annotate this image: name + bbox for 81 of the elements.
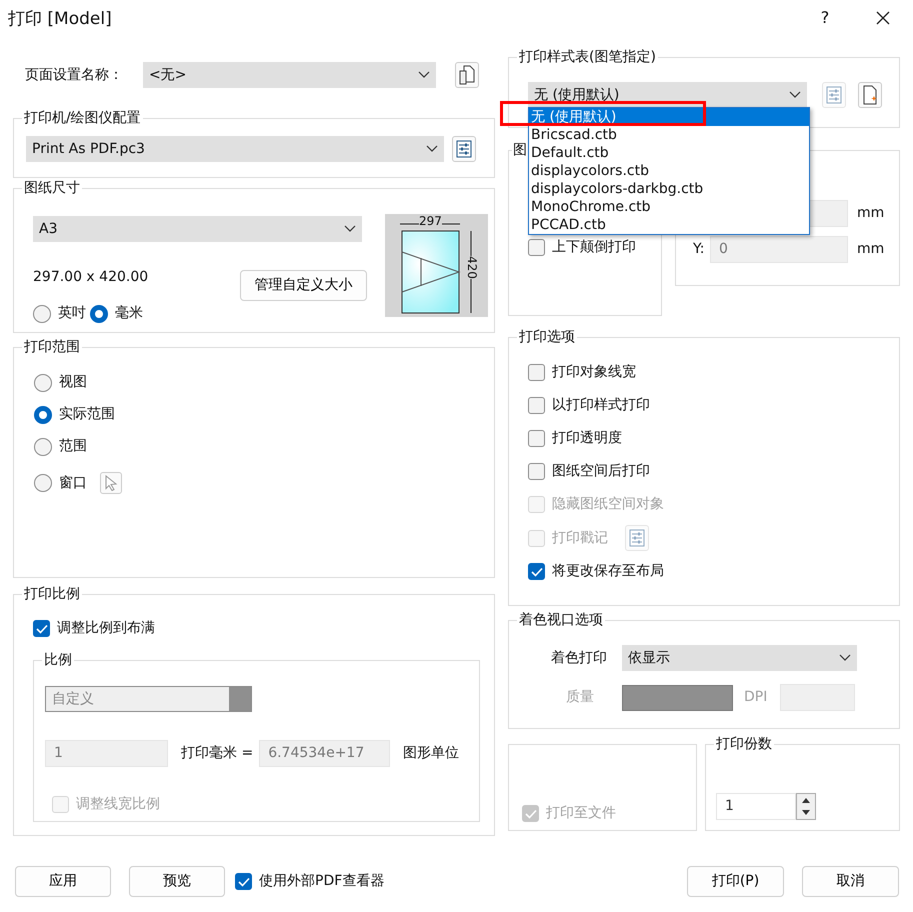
dimension-label: 420 [465,256,479,279]
dropdown-option[interactable]: displaycolors-darkbg.ctb [529,180,809,198]
action-button[interactable]: 取消 [802,866,899,897]
check-icon [524,808,536,818]
cursor-icon[interactable] [100,472,122,494]
radio-button[interactable] [34,438,52,456]
checkbox[interactable] [33,620,50,637]
printer-dropdown[interactable]: Print As PDF.pc3 [26,136,444,162]
field-label: 打印毫米 = [181,744,254,763]
checkbox-label: 隐藏图纸空间对象 [552,495,664,514]
dropdown-option[interactable]: Default.ctb [529,144,809,162]
field-label: 着色打印 [551,648,608,668]
checkbox-label: 打印至文件 [546,804,616,823]
field-label: Y: [693,240,706,259]
checkbox[interactable] [528,463,545,480]
caret-icon [839,654,851,662]
window-title: 打印 [Model] [8,8,113,32]
shade-dropdown[interactable]: 依显示 [622,645,857,671]
input-field[interactable]: 1 [45,740,168,767]
checkbox-label: 打印对象线宽 [552,363,636,382]
radio-button[interactable] [90,304,108,322]
spin-buttons[interactable] [796,793,816,820]
dropdown-option[interactable]: MonoChrome.ctb [529,198,809,216]
caret-icon [426,145,438,153]
caret-icon [344,225,356,233]
checkbox[interactable] [235,873,252,890]
page-setup-dropdown[interactable]: <无> [143,62,436,88]
new-file-icon[interactable] [858,82,882,108]
radio-label: 窗口 [59,474,87,492]
action-button[interactable]: 打印(P) [687,866,784,897]
dropdown-option[interactable]: displaycolors.ctb [529,162,809,180]
paper-size-dropdown[interactable]: A3 [33,216,362,242]
input-field[interactable] [780,684,856,711]
radio-label: 范围 [59,437,87,456]
check-icon [530,566,542,576]
field-label: 页面设置名称： [25,66,124,84]
checkbox-label: 调整比例到布满 [57,619,155,638]
dropdown-option[interactable]: Bricscad.ctb [529,126,809,144]
checkbox-label: 打印透明度 [552,429,622,448]
settings-icon[interactable] [452,136,476,162]
manage-sizes-button[interactable]: 管理自定义大小 [240,270,367,301]
help-button[interactable]: ? [810,6,840,30]
action-button[interactable]: 预览 [129,866,225,897]
dimension-label: 297 [419,214,442,228]
radio-label: 实际范围 [59,405,115,424]
input-field[interactable]: 1 [716,793,796,820]
checkbox[interactable] [528,239,545,256]
checkbox[interactable] [528,430,545,447]
checkbox-label: 以打印样式打印 [552,396,650,415]
checkbox[interactable] [528,563,545,580]
check-icon [36,624,48,634]
radio-button[interactable] [34,406,52,424]
checkbox[interactable] [528,397,545,414]
check-icon [238,876,250,886]
radio-button[interactable] [34,474,52,492]
checkbox[interactable] [528,364,545,381]
radio-label: 毫米 [115,304,143,323]
unit-label: mm [857,240,884,259]
radio-button[interactable] [33,304,51,322]
radio-button[interactable] [34,374,52,392]
checkbox-label: 上下颠倒打印 [552,238,636,257]
checkbox-label: 打印戳记 [552,528,608,548]
copy-icon[interactable] [455,62,479,88]
caret-icon [789,91,801,99]
input-field[interactable]: 0 [710,236,848,263]
radio-label: 英吋 [58,304,86,323]
field-label: 图形单位 [403,744,460,763]
radio-label: 视图 [59,373,87,392]
field-label: DPI [744,688,768,707]
input-field[interactable]: 6.74534e+17 [259,740,390,767]
checkbox-label: 调整线宽比例 [76,795,160,814]
field-label: 质量 [566,688,595,707]
caret-icon [418,71,430,79]
checkbox-label: 使用外部PDF查看器 [259,872,384,891]
paper-dimensions: 297.00 x 420.00 [33,268,148,287]
action-button[interactable]: 应用 [15,866,111,897]
close-icon[interactable] [876,10,890,24]
checkbox-label: 将更改保存至布局 [552,562,664,581]
dropdown-option[interactable]: PCCAD.ctb [529,216,809,234]
checkbox-label: 图纸空间后打印 [552,462,650,481]
unit-label: mm [857,204,884,223]
